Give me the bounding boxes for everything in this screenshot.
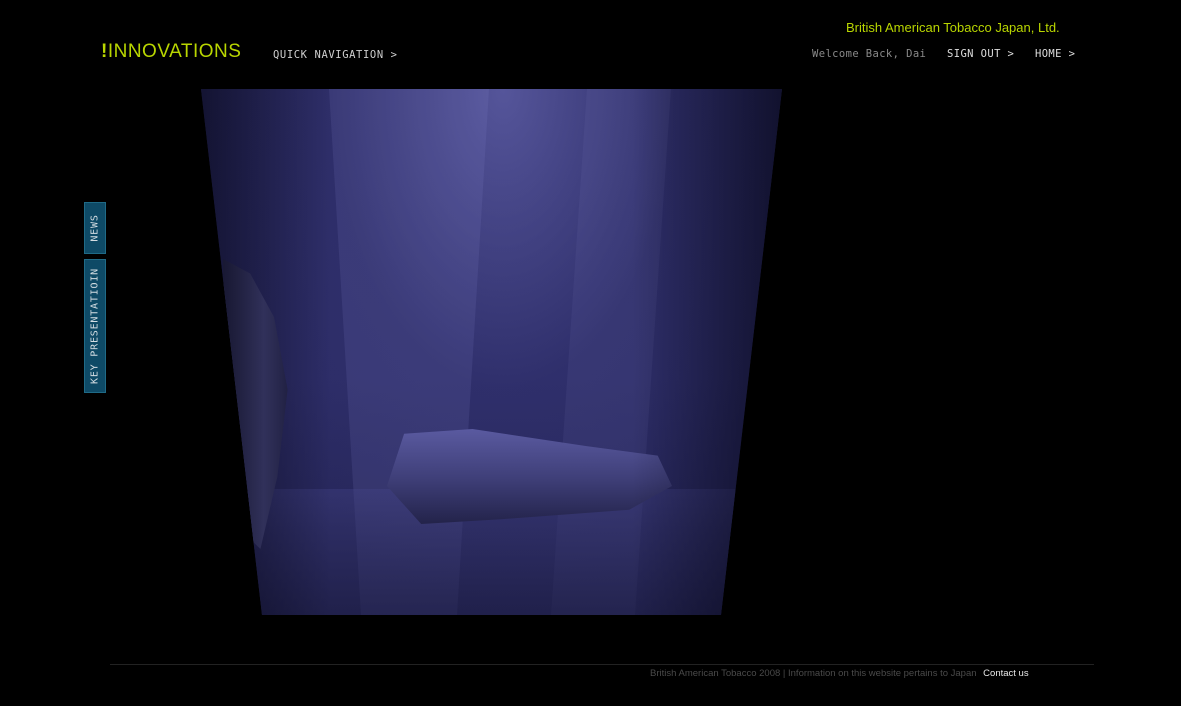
sign-out-link[interactable]: SIGN OUT > — [947, 48, 1014, 60]
hero-stage-image — [201, 89, 782, 615]
company-name: British American Tobacco Japan, Ltd. — [846, 20, 1060, 35]
welcome-message: Welcome Back, Dai — [812, 48, 927, 60]
tab-key-presentation[interactable]: KEY PRESENTATIOIN — [84, 259, 106, 393]
contact-us-link[interactable]: Contact us — [983, 668, 1028, 679]
user-nav: Welcome Back, Dai SIGN OUT > HOME > — [812, 48, 1082, 60]
quick-navigation-link[interactable]: QUICK NAVIGATION > — [273, 49, 398, 61]
tab-key-presentation-label: KEY PRESENTATIOIN — [89, 268, 101, 384]
footer: British American Tobacco 2008 | Informat… — [650, 668, 1090, 679]
logo-mark: ! — [101, 41, 108, 62]
footer-divider — [110, 664, 1094, 665]
site-logo[interactable]: !INNOVATIONS — [101, 41, 241, 63]
stage-shadow-right — [632, 89, 782, 615]
footer-copyright: British American Tobacco 2008 | Informat… — [650, 668, 977, 679]
home-link[interactable]: HOME > — [1035, 48, 1075, 60]
stage-shadow-left — [201, 89, 331, 615]
tab-news[interactable]: NEWS — [84, 202, 106, 254]
tab-news-label: NEWS — [89, 214, 101, 242]
logo-text: INNOVATIONS — [107, 41, 242, 62]
